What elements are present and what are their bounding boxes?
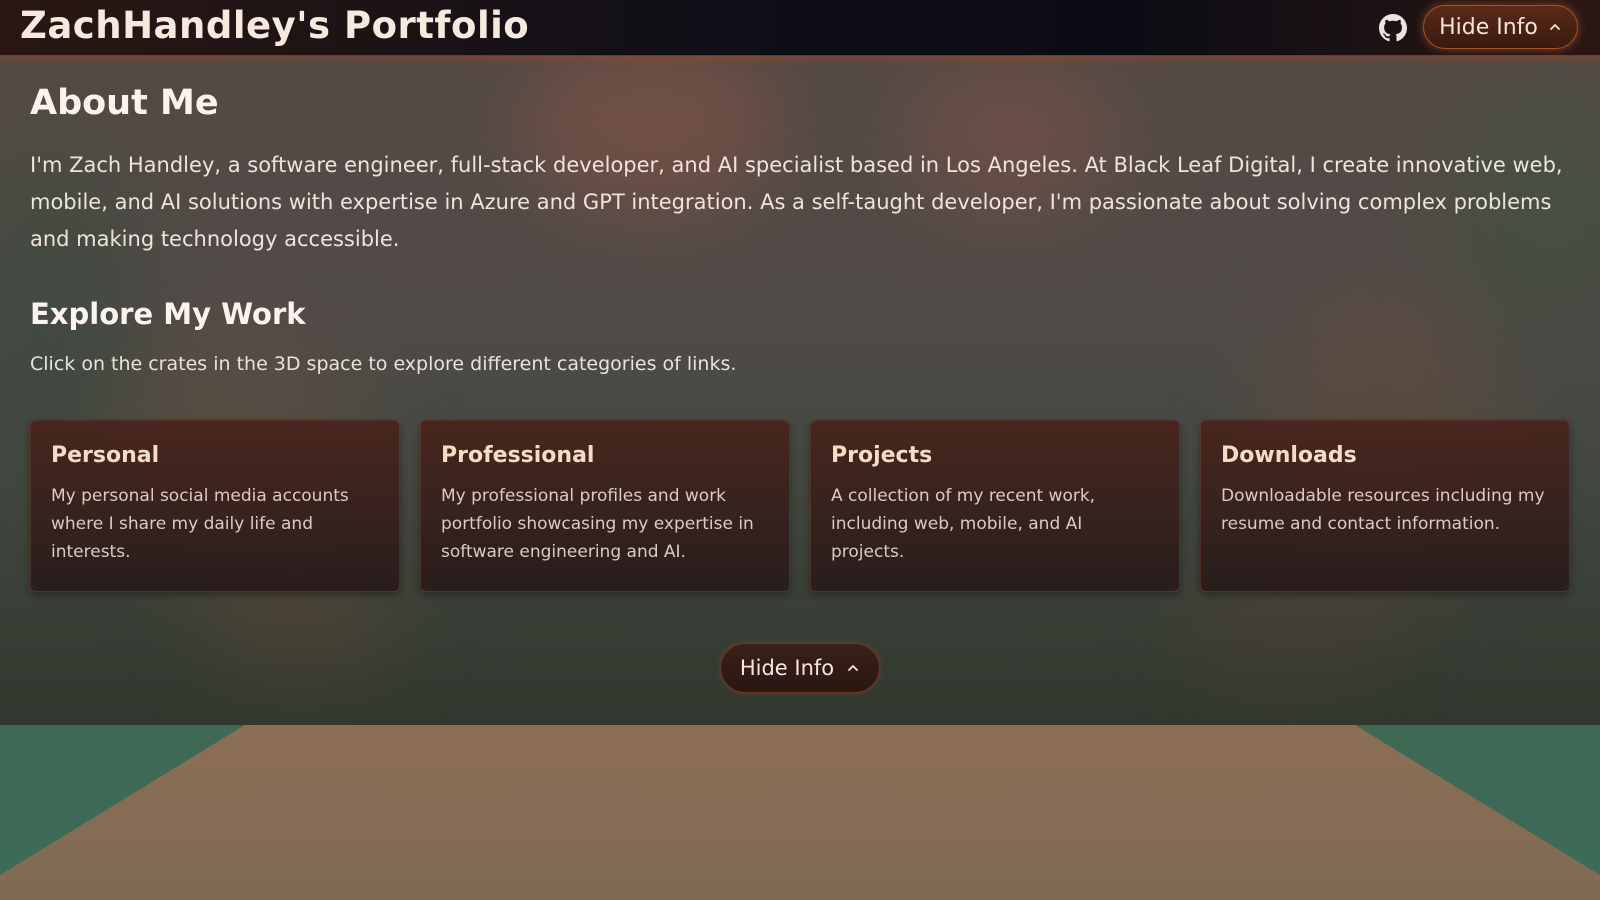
hide-info-bottom-label: Hide Info (739, 656, 835, 680)
card-personal[interactable]: Personal My personal social media accoun… (30, 420, 400, 592)
github-icon[interactable] (1379, 14, 1407, 42)
chevron-up-icon (848, 665, 859, 671)
top-navigation-bar: ZachHandley's Portfolio Hide Info (0, 0, 1600, 56)
card-title: Projects (831, 443, 933, 468)
category-cards: Personal My personal social media accoun… (30, 420, 1570, 592)
card-description: My professional profiles and work portfo… (441, 486, 754, 562)
info-panel: About Me I'm Zach Handley, a software en… (0, 55, 1600, 725)
card-projects[interactable]: Projects A collection of my recent work,… (810, 420, 1180, 592)
chevron-up-icon (1549, 24, 1560, 30)
card-downloads[interactable]: Downloads Downloadable resources includi… (1200, 420, 1570, 592)
explore-heading: Explore My Work (30, 297, 306, 331)
github-icon-svg (1379, 14, 1407, 42)
hide-info-label: Hide Info (1439, 14, 1538, 40)
explore-text: Click on the crates in the 3D space to e… (30, 353, 737, 375)
about-text: I'm Zach Handley, a software engineer, f… (30, 153, 1563, 251)
card-description: Downloadable resources including my resu… (1221, 486, 1545, 534)
card-title: Personal (51, 443, 160, 468)
card-description: A collection of my recent work, includin… (831, 486, 1096, 562)
card-description: My personal social media accounts where … (51, 486, 349, 562)
card-professional[interactable]: Professional My professional profiles an… (420, 420, 790, 592)
card-title: Professional (441, 443, 595, 468)
about-heading: About Me (30, 83, 219, 123)
hide-info-button[interactable]: Hide Info (1423, 5, 1578, 49)
scene-floor (0, 725, 1600, 900)
site-title: ZachHandley's Portfolio (20, 4, 530, 47)
hide-info-bottom-button[interactable]: Hide Info (720, 643, 880, 693)
card-title: Downloads (1221, 443, 1357, 468)
